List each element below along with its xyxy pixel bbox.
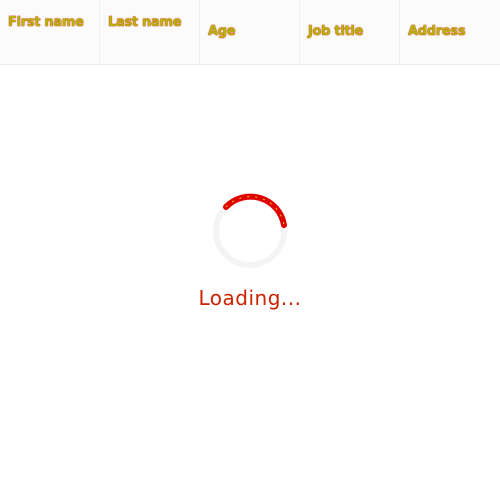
spinner-arc [223, 193, 287, 228]
column-header-label: First name [8, 15, 84, 30]
column-header-label: Age [208, 24, 236, 39]
column-header-address[interactable]: Address [400, 0, 500, 64]
column-header-job-title[interactable]: Job title [300, 0, 400, 64]
data-grid: First name Last name Age Job title Addre… [0, 0, 500, 500]
column-header-first-name[interactable]: First name [0, 0, 100, 64]
column-header-age[interactable]: Age [200, 0, 300, 64]
table-header-row: First name Last name Age Job title Addre… [0, 0, 500, 65]
loading-overlay: Loading... [0, 65, 500, 500]
loading-spinner-icon [211, 192, 289, 270]
column-header-label: Last name [108, 15, 182, 30]
loading-text: Loading... [198, 286, 302, 310]
column-header-last-name[interactable]: Last name [100, 0, 200, 64]
column-header-label: Address [408, 24, 466, 39]
column-header-label: Job title [308, 24, 364, 39]
